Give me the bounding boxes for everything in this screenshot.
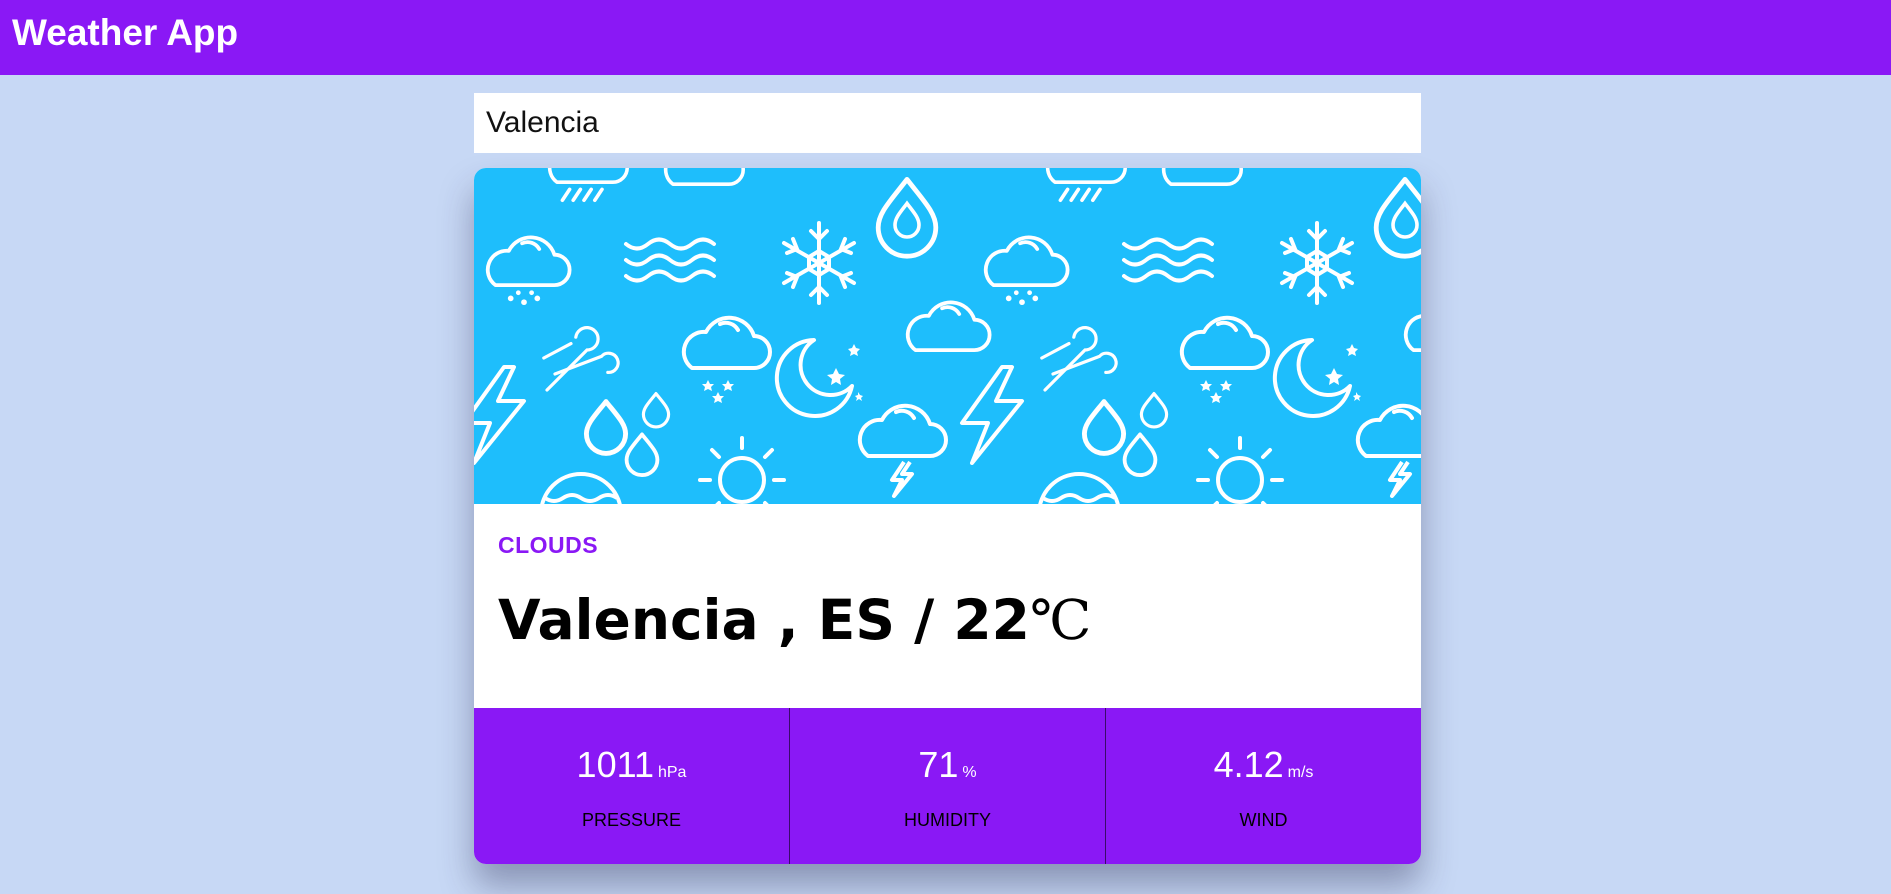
weather-pattern-icon [474,168,1421,504]
app-title: Weather App [12,11,239,53]
app-header: Weather App [0,0,1891,75]
humidity-stat: 71% HUMIDITY [789,708,1105,864]
pressure-stat: 1011 hPa PRESSURE [474,708,789,864]
weather-stats: 1011 hPa PRESSURE 71% HUMIDITY 4.12 m/s WI… [474,708,1421,864]
pattern-tile-1 [474,168,992,504]
humidity-value: 71 [918,744,959,785]
temperature-separator: / [914,588,954,652]
pressure-label: PRESSURE [581,810,682,830]
city-name: Valencia [498,588,759,652]
location-separator: , [777,588,818,652]
wind-label: WIND [1239,810,1288,830]
temperature-unit: ℃ [1029,588,1092,652]
temperature-value: 22 [953,588,1030,652]
pattern-tile-2 [960,168,1421,504]
pressure-value: 1011 [576,744,654,785]
wind-stat: 4.12 m/s WIND [1105,708,1421,864]
weather-pattern-banner [474,168,1421,504]
country-code: ES [817,588,895,652]
humidity-label: HUMIDITY [904,810,991,830]
pressure-unit: hPa [657,764,687,781]
weather-condition: CLOUDS [498,532,599,558]
wind-unit: m/s [1287,764,1314,781]
weather-card: CLOUDS Valencia , ES / 22℃ 1011 hPa PRESS… [474,168,1421,864]
location-temperature: Valencia , ES / 22℃ [498,588,1091,652]
humidity-unit: % [962,764,977,781]
wind-value: 4.12 [1213,744,1284,785]
city-search-input[interactable] [474,93,1421,153]
